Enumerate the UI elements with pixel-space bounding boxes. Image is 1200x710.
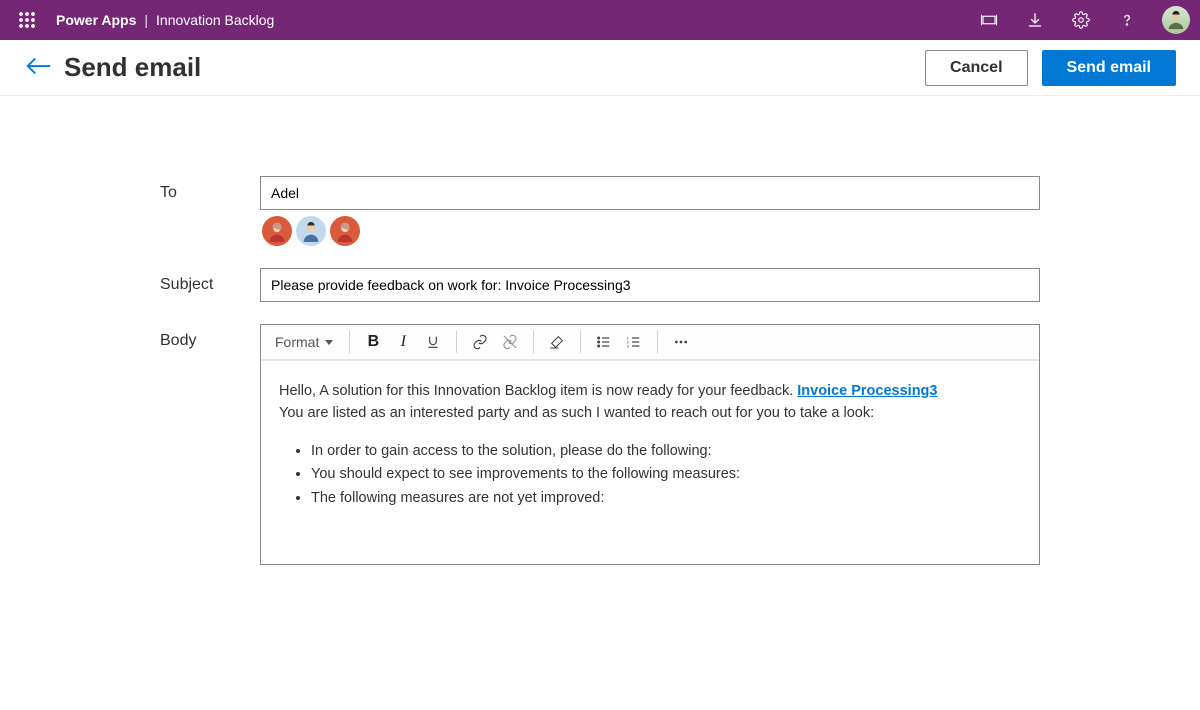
subject-input[interactable]: [260, 268, 1040, 302]
bold-button[interactable]: B: [358, 327, 388, 357]
number-list-button[interactable]: 123: [619, 327, 649, 357]
link-button[interactable]: [465, 327, 495, 357]
recipient-avatar[interactable]: [296, 216, 326, 246]
email-form: To Subject Body Format: [150, 176, 1050, 565]
recipient-avatar[interactable]: [330, 216, 360, 246]
bullet-list-button[interactable]: [589, 327, 619, 357]
app-launcher-icon[interactable]: [10, 0, 44, 40]
send-email-button[interactable]: Send email: [1042, 50, 1176, 86]
app-name: Innovation Backlog: [156, 12, 274, 28]
svg-text:3: 3: [627, 343, 630, 348]
subject-row: Subject: [160, 268, 1040, 302]
italic-button[interactable]: I: [388, 327, 418, 357]
more-options-button[interactable]: [666, 327, 696, 357]
body-bullet-item: You should expect to see improvements to…: [311, 464, 1021, 486]
editor-content[interactable]: Hello, A solution for this Innovation Ba…: [261, 361, 1039, 564]
page-header: Send email Cancel Send email: [0, 40, 1200, 96]
editor-toolbar: Format B I: [261, 325, 1039, 361]
format-dropdown[interactable]: Format: [269, 330, 337, 354]
clear-format-button[interactable]: [542, 327, 572, 357]
unlink-button[interactable]: [495, 327, 525, 357]
body-bullet-item: The following measures are not yet impro…: [311, 488, 1021, 510]
product-name: Power Apps: [56, 12, 136, 28]
subject-label: Subject: [160, 268, 260, 294]
to-input[interactable]: [260, 176, 1040, 210]
download-icon[interactable]: [1018, 0, 1052, 40]
underline-button[interactable]: [418, 327, 448, 357]
body-row: Body Format B I: [160, 324, 1040, 565]
invoice-link[interactable]: Invoice Processing3: [797, 383, 937, 399]
page-title: Send email: [64, 52, 201, 83]
to-row: To: [160, 176, 1040, 246]
cancel-button[interactable]: Cancel: [925, 50, 1027, 86]
recipient-avatar[interactable]: [262, 216, 292, 246]
body-bullet-list: In order to gain access to the solution,…: [311, 441, 1021, 510]
user-avatar[interactable]: [1162, 6, 1190, 34]
app-topbar: Power Apps | Innovation Backlog: [0, 0, 1200, 40]
settings-icon[interactable]: [1064, 0, 1098, 40]
body-intro-text: Hello, A solution for this Innovation Ba…: [279, 383, 797, 399]
body-label: Body: [160, 324, 260, 350]
help-icon[interactable]: [1110, 0, 1144, 40]
back-button[interactable]: [24, 54, 64, 81]
brand-block: Power Apps | Innovation Backlog: [56, 12, 274, 28]
fit-screen-icon[interactable]: [972, 0, 1006, 40]
to-label: To: [160, 176, 260, 202]
rich-text-editor: Format B I: [260, 324, 1040, 565]
recipient-avatars: [260, 216, 1040, 246]
body-bullet-item: In order to gain access to the solution,…: [311, 441, 1021, 463]
body-line-2: You are listed as an interested party an…: [279, 403, 1021, 425]
brand-separator: |: [144, 12, 148, 28]
